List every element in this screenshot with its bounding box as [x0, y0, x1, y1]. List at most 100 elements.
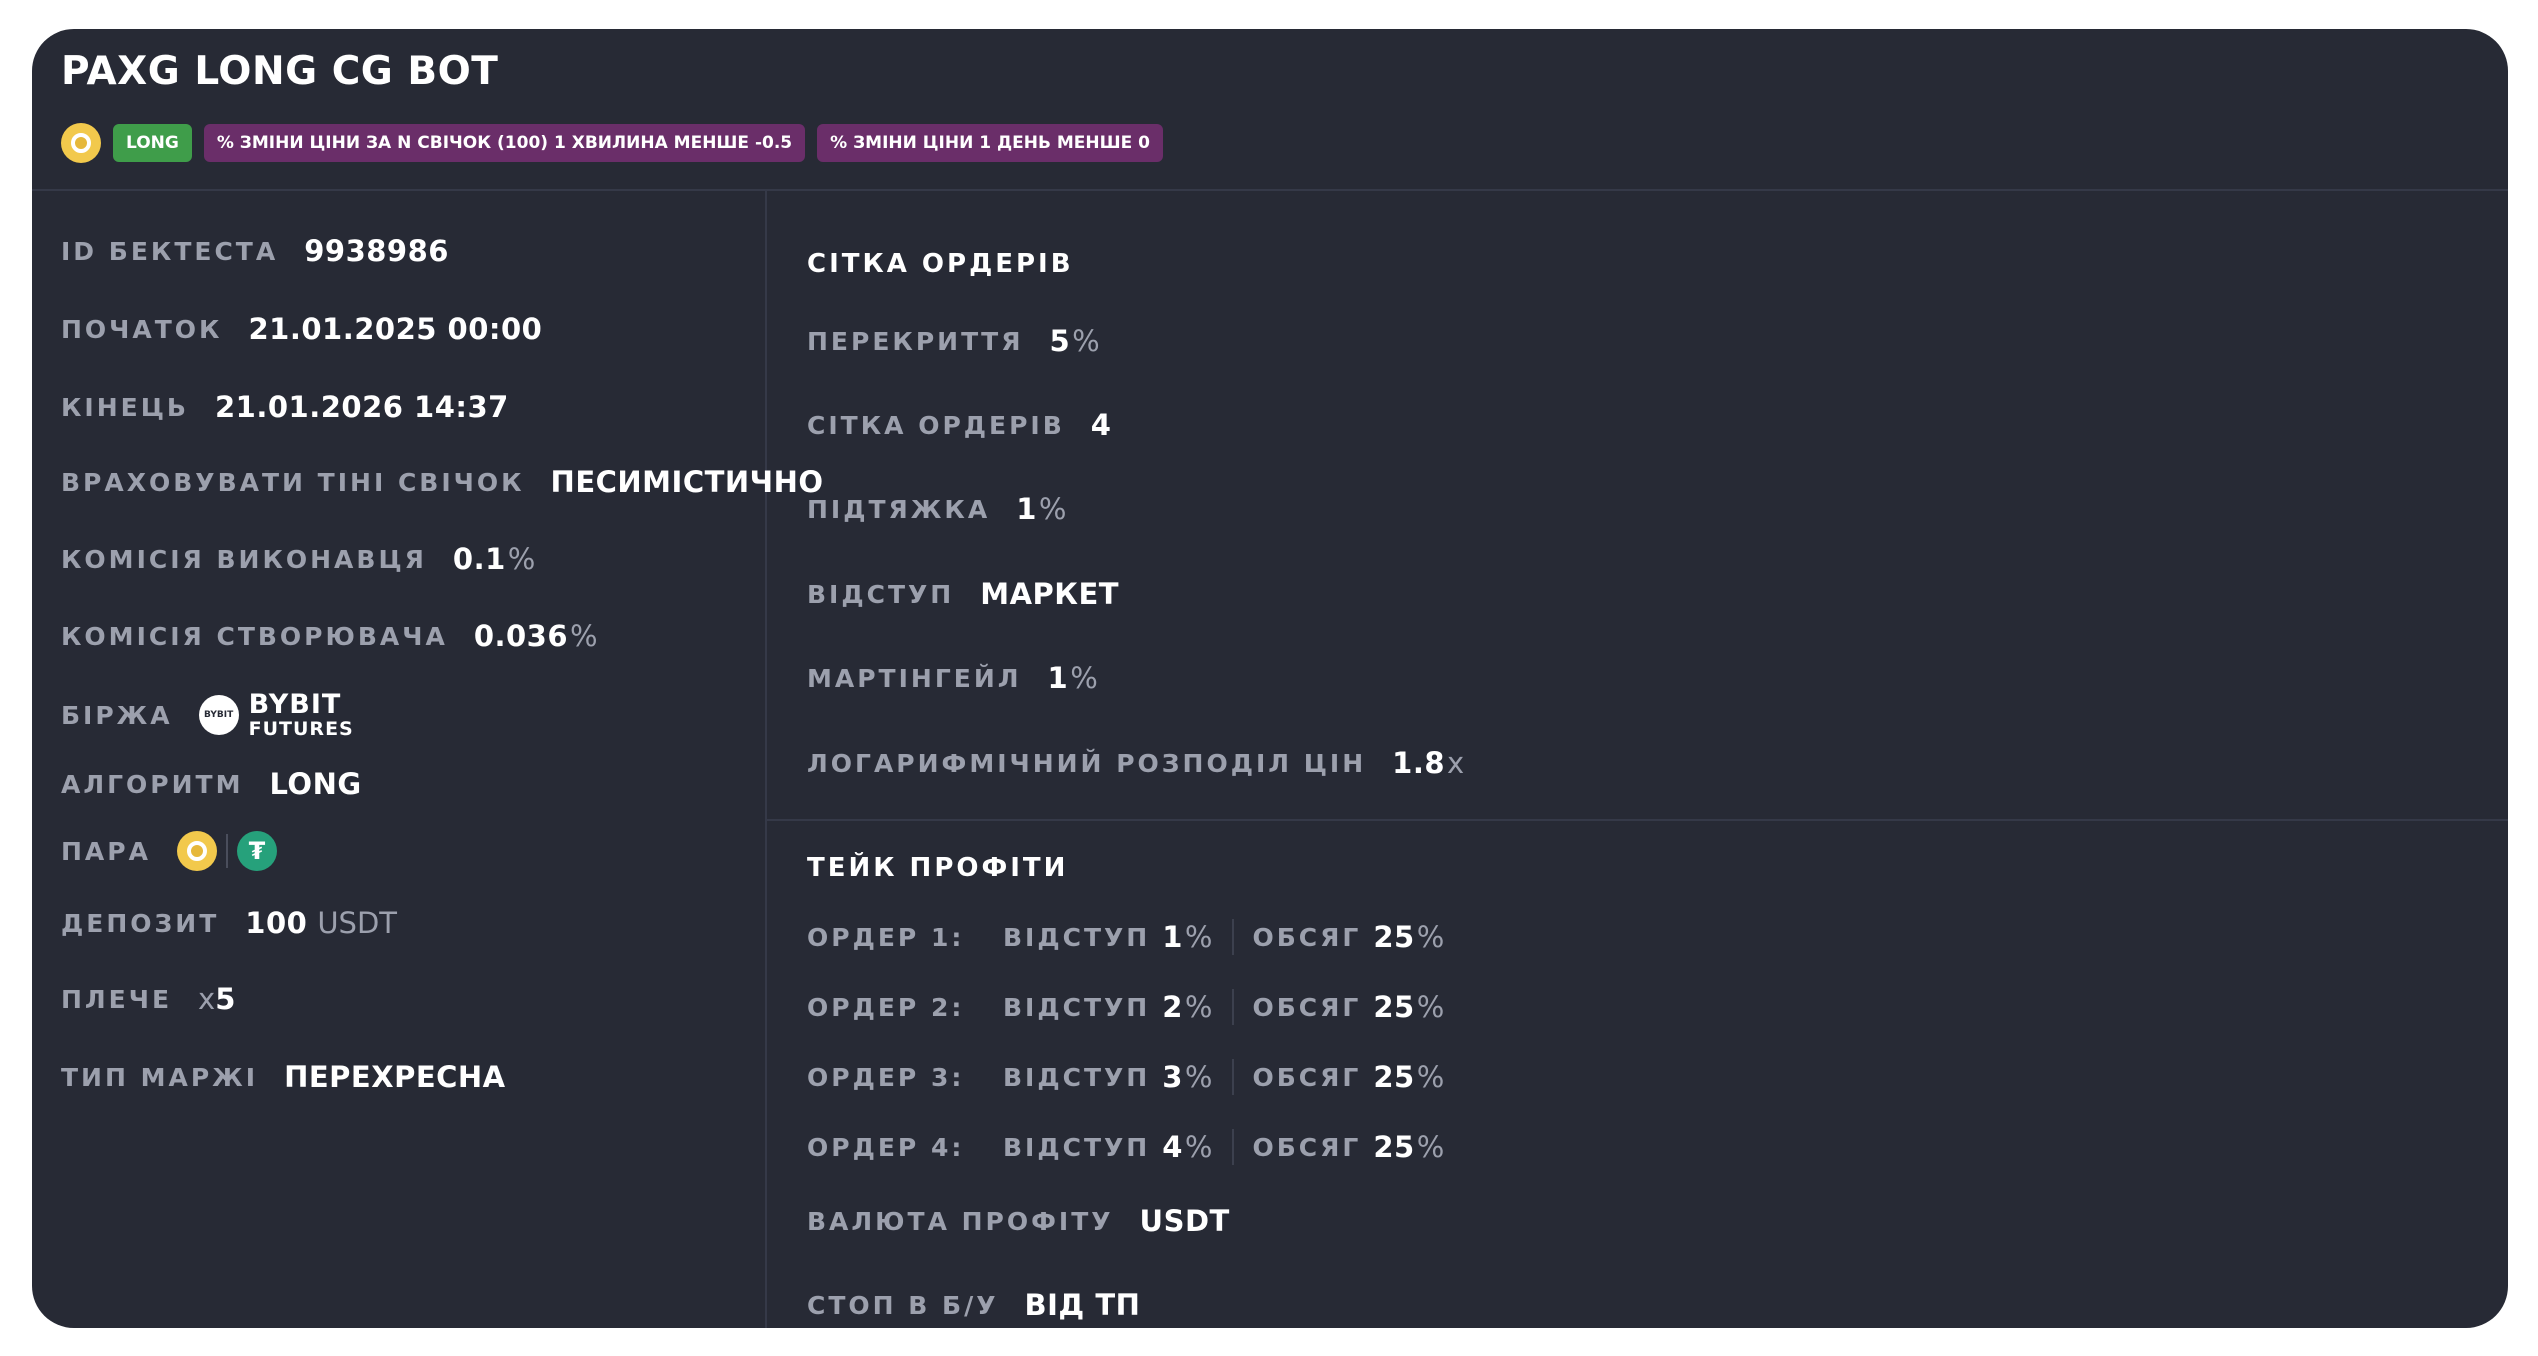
backtest-id-label: ID БЕКТЕСТА: [61, 236, 279, 266]
profit-currency-label: ВАЛЮТА ПРОФІТУ: [807, 1206, 1114, 1236]
condition-tag: % ЗМІНИ ЦІНИ 1 ДЕНЬ МЕНШЕ 0: [817, 124, 1163, 162]
overlap-unit: %: [1072, 324, 1100, 358]
condition-tag: % ЗМІНИ ЦІНИ ЗА N СВІЧОК (100) 1 ХВИЛИНА…: [203, 124, 806, 162]
offset-value: МАРКЕТ: [980, 577, 1120, 611]
taker-fee-row: КОМІСІЯ ВИКОНАВЦЯ 0.1 %: [61, 542, 535, 576]
tp-divider: [1232, 989, 1235, 1025]
bot-title: PAXG LONG CG BOT: [61, 49, 499, 94]
params-column: ID БЕКТЕСТА 9938986 ПОЧАТОК 21.01.2025 0…: [32, 191, 823, 1328]
exchange-row: БІРЖА BYBIT BYBIT FUTURES: [61, 691, 354, 739]
pullup-value: 1: [1016, 492, 1037, 526]
overlap-row: ПЕРЕКРИТТЯ 5 %: [807, 324, 1100, 358]
end-row: КІНЕЦЬ 21.01.2026 14:37: [61, 390, 509, 424]
tp-offset-value: 2: [1162, 990, 1183, 1024]
backtest-id-row: ID БЕКТЕСТА 9938986: [61, 234, 449, 268]
tp-volume-unit: %: [1416, 1130, 1445, 1164]
exchange-name: BYBIT FUTURES: [249, 691, 354, 739]
overlap-label: ПЕРЕКРИТТЯ: [807, 326, 1024, 356]
grid-section-title: СІТКА ОРДЕРІВ: [807, 249, 1074, 279]
algorithm-label: АЛГОРИТМ: [61, 769, 244, 799]
deposit-unit: USDT: [317, 906, 397, 940]
tp-volume-value: 25: [1373, 920, 1415, 954]
wicks-row: ВРАХОВУВАТИ ТІНІ СВІЧОК ПЕСИМІСТИЧНО: [61, 465, 824, 499]
tether-coin-icon: ₮: [236, 831, 277, 871]
tp-volume-label: ОБСЯГ: [1252, 992, 1362, 1022]
section-divider: [767, 819, 2508, 821]
leverage-value: 5: [215, 982, 236, 1016]
paxg-coin-icon: [176, 831, 217, 871]
leverage-prefix: x: [198, 982, 216, 1016]
tp-order-label: ОРДЕР 1:: [807, 922, 965, 952]
tp-volume-label: ОБСЯГ: [1252, 1062, 1362, 1092]
margin-type-value: ПЕРЕХРЕСНА: [284, 1060, 506, 1094]
overlap-value: 5: [1049, 324, 1071, 358]
martingale-row: МАРТІНГЕЙЛ 1 %: [807, 661, 1098, 695]
algorithm-row: АЛГОРИТМ LONG: [61, 767, 362, 801]
tp-divider: [1232, 919, 1235, 955]
direction-tag: LONG: [113, 124, 192, 162]
deposit-row: ДЕПОЗИТ 100 USDT: [61, 906, 397, 940]
deposit-value: 100: [245, 906, 308, 940]
tp-offset-unit: %: [1184, 990, 1213, 1024]
card-header: PAXG LONG CG BOT LONG % ЗМІНИ ЦІНИ ЗА N …: [32, 29, 2508, 191]
pullup-row: ПІДТЯЖКА 1 %: [807, 492, 1066, 526]
tp-offset-value: 1: [1162, 920, 1183, 954]
log-distribution-row: ЛОГАРИФМІЧНИЙ РОЗПОДІЛ ЦІН 1.8 x: [807, 746, 1464, 780]
strategy-column: СІТКА ОРДЕРІВ ПЕРЕКРИТТЯ 5 % СІТКА ОРДЕР…: [767, 191, 2508, 1328]
pair-divider: [225, 834, 228, 868]
tp-volume-unit: %: [1416, 920, 1445, 954]
wicks-label: ВРАХОВУВАТИ ТІНІ СВІЧОК: [61, 467, 525, 497]
breakeven-stop-label: СТОП В Б/У: [807, 1290, 999, 1320]
tp-order-label: ОРДЕР 3:: [807, 1062, 965, 1092]
algorithm-value: LONG: [269, 767, 362, 801]
breakeven-stop-row: СТОП В Б/У ВІД ТП: [807, 1288, 1140, 1322]
take-profit-order-row: ОРДЕР 4: ВІДСТУП 4 % ОБСЯГ 25 %: [807, 1129, 1444, 1165]
backtest-id-value[interactable]: 9938986: [304, 234, 449, 268]
start-value: 21.01.2025 00:00: [248, 312, 543, 346]
tp-volume-value: 25: [1373, 990, 1415, 1024]
end-value: 21.01.2026 14:37: [215, 390, 509, 424]
leverage-label: ПЛЕЧЕ: [61, 984, 173, 1014]
margin-type-row: ТИП МАРЖІ ПЕРЕХРЕСНА: [61, 1060, 506, 1094]
profit-currency-row: ВАЛЮТА ПРОФІТУ USDT: [807, 1204, 1230, 1238]
grid-orders-value: 4: [1090, 408, 1112, 442]
tp-divider: [1232, 1059, 1235, 1095]
bybit-logo-icon: BYBIT: [198, 695, 239, 735]
pair-row: ПАРА ₮: [61, 831, 277, 871]
tp-offset-label: ВІДСТУП: [1003, 992, 1151, 1022]
tp-divider: [1232, 1129, 1235, 1165]
breakeven-stop-value: ВІД ТП: [1024, 1288, 1141, 1322]
exchange-name-text: BYBIT: [248, 689, 342, 720]
deposit-label: ДЕПОЗИТ: [61, 908, 220, 938]
take-profit-order-row: ОРДЕР 2: ВІДСТУП 2 % ОБСЯГ 25 %: [807, 989, 1444, 1025]
martingale-label: МАРТІНГЕЙЛ: [807, 663, 1022, 693]
grid-orders-row: СІТКА ОРДЕРІВ 4: [807, 408, 1111, 442]
tp-offset-label: ВІДСТУП: [1003, 1062, 1151, 1092]
log-distribution-value: 1.8: [1392, 746, 1446, 780]
end-label: КІНЕЦЬ: [61, 392, 189, 422]
taker-fee-value: 0.1: [452, 542, 506, 576]
profit-currency-value: USDT: [1139, 1204, 1230, 1238]
tp-offset-unit: %: [1184, 1130, 1213, 1164]
tp-offset-label: ВІДСТУП: [1003, 922, 1151, 952]
pair-label: ПАРА: [61, 836, 151, 866]
tp-offset-unit: %: [1184, 920, 1213, 954]
tp-offset-value: 4: [1162, 1130, 1183, 1164]
start-label: ПОЧАТОК: [61, 314, 223, 344]
leverage-row: ПЛЕЧЕ x 5: [61, 982, 236, 1016]
grid-orders-label: СІТКА ОРДЕРІВ: [807, 410, 1065, 440]
take-profit-order-row: ОРДЕР 3: ВІДСТУП 3 % ОБСЯГ 25 %: [807, 1059, 1444, 1095]
tp-offset-label: ВІДСТУП: [1003, 1132, 1151, 1162]
tp-offset-value: 3: [1162, 1060, 1183, 1094]
offset-row: ВІДСТУП МАРКЕТ: [807, 577, 1119, 611]
tag-row: LONG % ЗМІНИ ЦІНИ ЗА N СВІЧОК (100) 1 ХВ…: [61, 123, 1163, 163]
tp-volume-value: 25: [1373, 1060, 1415, 1094]
backtest-card: PAXG LONG CG BOT LONG % ЗМІНИ ЦІНИ ЗА N …: [32, 29, 2508, 1328]
maker-fee-value: 0.036: [473, 619, 569, 653]
log-distribution-unit: x: [1447, 746, 1465, 780]
exchange-label: БІРЖА: [61, 700, 173, 730]
paxg-coin-icon: [61, 123, 101, 163]
pair-icons: ₮: [176, 831, 277, 871]
offset-label: ВІДСТУП: [807, 579, 955, 609]
tp-volume-unit: %: [1416, 990, 1445, 1024]
